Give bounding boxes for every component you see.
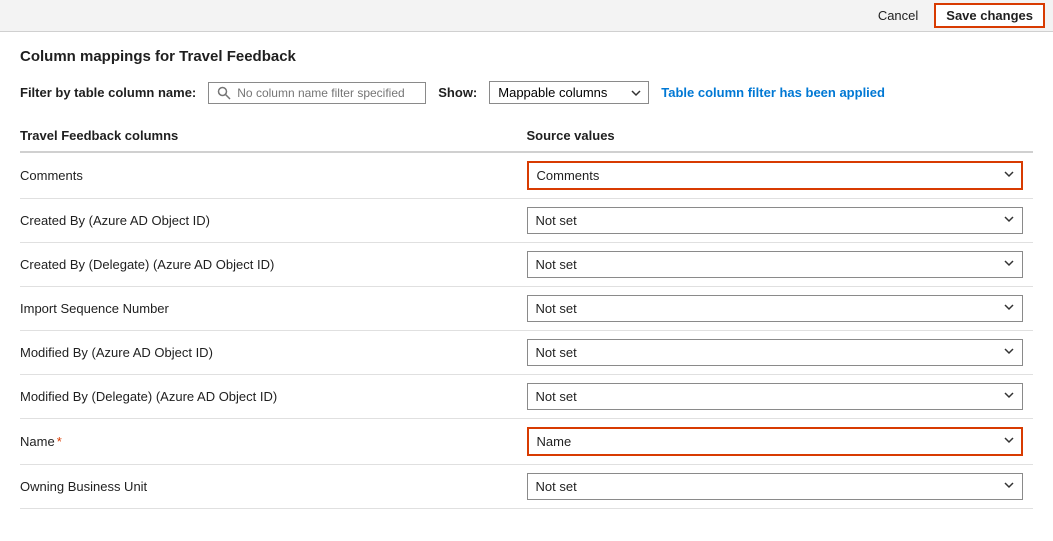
source-select-modified-by[interactable]: Not set xyxy=(527,339,1024,366)
column-filter-input[interactable] xyxy=(237,86,417,100)
table-row: Import Sequence NumberNot set xyxy=(20,287,1033,331)
select-wrap-owning-bu: Not set xyxy=(527,473,1024,500)
show-select[interactable]: Mappable columns All columns Required co… xyxy=(489,81,649,104)
source-value-cell-created-by-delegate: Not set xyxy=(527,243,1034,287)
select-wrap-modified-by-delegate: Not set xyxy=(527,383,1024,410)
filter-applied-message: Table column filter has been applied xyxy=(661,85,885,100)
search-icon xyxy=(217,86,231,100)
table-row: Name*Name xyxy=(20,419,1033,465)
source-select-import-seq[interactable]: Not set xyxy=(527,295,1024,322)
column-name-created-by: Created By (Azure AD Object ID) xyxy=(20,199,527,243)
column-name-name: Name* xyxy=(20,419,527,465)
source-select-name[interactable]: Name xyxy=(527,427,1024,456)
table-row: Modified By (Azure AD Object ID)Not set xyxy=(20,331,1033,375)
source-value-cell-modified-by: Not set xyxy=(527,331,1034,375)
filter-label: Filter by table column name: xyxy=(20,85,196,100)
source-value-cell-name: Name xyxy=(527,419,1034,465)
table-row: Created By (Azure AD Object ID)Not set xyxy=(20,199,1033,243)
mapping-table: Travel Feedback columns Source values Co… xyxy=(20,120,1033,509)
source-value-cell-modified-by-delegate: Not set xyxy=(527,375,1034,419)
save-button[interactable]: Save changes xyxy=(934,3,1045,28)
column-name-modified-by: Modified By (Azure AD Object ID) xyxy=(20,331,527,375)
table-row: Created By (Delegate) (Azure AD Object I… xyxy=(20,243,1033,287)
column-name-created-by-delegate: Created By (Delegate) (Azure AD Object I… xyxy=(20,243,527,287)
source-value-cell-owning-bu: Not set xyxy=(527,465,1034,509)
col1-header: Travel Feedback columns xyxy=(20,120,527,152)
source-select-owning-bu[interactable]: Not set xyxy=(527,473,1024,500)
table-header-row: Travel Feedback columns Source values xyxy=(20,120,1033,152)
select-wrap-created-by: Not set xyxy=(527,207,1024,234)
source-value-cell-import-seq: Not set xyxy=(527,287,1034,331)
select-wrap-import-seq: Not set xyxy=(527,295,1024,322)
table-row: CommentsComments xyxy=(20,152,1033,199)
source-select-comments[interactable]: Comments xyxy=(527,161,1024,190)
column-name-comments: Comments xyxy=(20,152,527,199)
table-row: Owning Business UnitNot set xyxy=(20,465,1033,509)
select-wrap-comments: Comments xyxy=(527,161,1024,190)
table-row: Modified By (Delegate) (Azure AD Object … xyxy=(20,375,1033,419)
source-value-cell-created-by: Not set xyxy=(527,199,1034,243)
column-name-owning-bu: Owning Business Unit xyxy=(20,465,527,509)
column-name-import-seq: Import Sequence Number xyxy=(20,287,527,331)
show-label: Show: xyxy=(438,85,477,100)
col2-header: Source values xyxy=(527,120,1034,152)
cancel-button[interactable]: Cancel xyxy=(870,5,926,26)
select-wrap-created-by-delegate: Not set xyxy=(527,251,1024,278)
select-wrap-modified-by: Not set xyxy=(527,339,1024,366)
column-name-modified-by-delegate: Modified By (Delegate) (Azure AD Object … xyxy=(20,375,527,419)
source-select-created-by[interactable]: Not set xyxy=(527,207,1024,234)
source-select-created-by-delegate[interactable]: Not set xyxy=(527,251,1024,278)
select-wrap-name: Name xyxy=(527,427,1024,456)
filter-input-wrap xyxy=(208,82,426,104)
source-value-cell-comments: Comments xyxy=(527,152,1034,199)
required-indicator: * xyxy=(57,434,62,449)
main-content: Column mappings for Travel Feedback Filt… xyxy=(0,32,1053,525)
filter-row: Filter by table column name: Show: Mappa… xyxy=(20,81,1033,104)
source-select-modified-by-delegate[interactable]: Not set xyxy=(527,383,1024,410)
toolbar: Cancel Save changes xyxy=(0,0,1053,32)
page-title: Column mappings for Travel Feedback xyxy=(20,48,1033,65)
